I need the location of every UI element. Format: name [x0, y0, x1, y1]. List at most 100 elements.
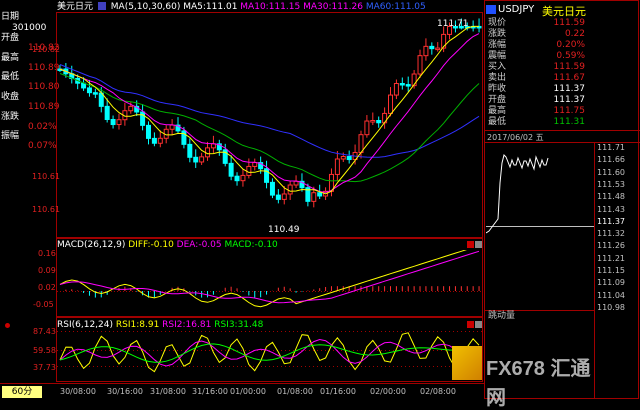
- rsi-settings-icon[interactable]: [475, 321, 482, 328]
- candle-body: [234, 175, 240, 182]
- quote-label: 最低: [488, 117, 507, 127]
- quote-row: 震幅 0.59%: [487, 51, 585, 62]
- candle-body: [435, 47, 441, 51]
- candle-body: [429, 45, 435, 50]
- quote-row: 最低 111.31: [487, 117, 585, 128]
- quote-label: 震幅: [488, 51, 507, 61]
- macd-legend: MACD(26,12,9) DIFF:-0.10 DEA:-0.05 MACD:…: [57, 240, 278, 250]
- candlestick-series: [57, 18, 482, 208]
- annotation-low: 110.49: [268, 225, 300, 235]
- mini-price-line: [486, 154, 549, 234]
- x-tick-0: 30/08:00: [60, 387, 96, 396]
- candle-body: [364, 120, 370, 136]
- quote-row: 昨收 111.37: [487, 84, 585, 95]
- mini-axis-tick: 110.98: [597, 302, 625, 312]
- mini-axis-tick: 111.09: [597, 278, 625, 288]
- mini-axis-tick: 111.43: [597, 204, 625, 214]
- annotation-high: 111.71: [437, 19, 469, 29]
- candle-body: [376, 120, 382, 124]
- x-tick-3: 31/16:00: [192, 387, 228, 396]
- rsi-legend: RSI(6,12,24) RSI1:8.91 RSI2:16.81 RSI3:3…: [57, 320, 263, 330]
- candle-body: [246, 165, 252, 176]
- quote-value: 111.59: [553, 62, 586, 72]
- mini-axis-tick: 111.04: [597, 290, 625, 300]
- rsi1-value: RSI1:8.91: [115, 320, 160, 330]
- macd-dea: DEA:-0.05: [176, 240, 222, 250]
- candle-body: [388, 94, 394, 114]
- candle-body: [210, 143, 216, 149]
- macd-axis-1: 0.09: [38, 266, 56, 275]
- watermark-text: FX678 汇通网: [486, 358, 591, 409]
- mini-axis-tick: 111.37: [597, 216, 625, 226]
- x-tick-1: 30/16:00: [107, 387, 143, 396]
- candle-body: [151, 137, 157, 144]
- volume-label: 跳动量: [488, 311, 516, 321]
- mini-axis-tick: 111.21: [597, 253, 625, 263]
- quote-value: 0.22: [564, 29, 585, 39]
- candle-body: [252, 162, 258, 167]
- axis-label-110-61a: 110.61: [32, 172, 60, 181]
- quote-row: 开盘 111.37: [487, 95, 585, 106]
- ma30-line: [59, 73, 480, 183]
- quote-row: 买入 111.59: [487, 62, 585, 73]
- main-candle-chart[interactable]: [57, 13, 482, 237]
- mini-axis-tick: 111.66: [597, 155, 625, 165]
- symbol-flag-icon: [486, 5, 496, 14]
- quote-label: 现价: [488, 18, 507, 28]
- mini-axis-tick: 111.60: [597, 167, 625, 177]
- macd-diff-line: [59, 250, 467, 308]
- candle-body: [228, 162, 234, 177]
- ma5-line: [59, 25, 479, 195]
- macd-close-icon[interactable]: [467, 241, 474, 248]
- candle-body: [86, 87, 92, 94]
- mini-axis-tick: 111.53: [597, 179, 625, 189]
- rsi-close-icon[interactable]: [467, 321, 474, 328]
- rsi-axis-1: 59.58: [33, 346, 56, 355]
- mini-axis-tick: 111.48: [597, 192, 625, 202]
- quote-value: 111.59: [553, 18, 586, 28]
- candle-body: [405, 84, 411, 87]
- candle-body: [417, 55, 423, 75]
- quote-value: 111.37: [553, 84, 586, 94]
- rsi-axis-2: 37.73: [33, 363, 56, 372]
- candle-body: [287, 184, 293, 195]
- candle-body: [346, 156, 352, 161]
- candle-body: [140, 111, 146, 126]
- macd-settings-icon[interactable]: [475, 241, 482, 248]
- period-selector[interactable]: 60分: [2, 386, 42, 398]
- candle-body: [193, 156, 199, 163]
- macd-histogram: [65, 286, 480, 298]
- macd-label: MACD(26,12,9): [57, 240, 126, 250]
- quote-label: 最高: [488, 106, 507, 116]
- quote-row: 涨幅 0.20%: [487, 40, 585, 51]
- macd-diff: DIFF:-0.10: [128, 240, 174, 250]
- candle-body: [370, 120, 376, 123]
- watermark-logo-icon: [452, 346, 482, 380]
- candle-body: [281, 193, 287, 200]
- axis-label-110-61b: 110.61: [32, 205, 60, 214]
- macd-dea-line: [59, 250, 480, 304]
- x-tick-6: 01/16:00: [320, 387, 356, 396]
- candle-body: [340, 156, 346, 160]
- candle-body: [240, 174, 246, 182]
- mini-axis-tick: 111.26: [597, 241, 625, 251]
- symbol-code: USDJPY: [498, 4, 535, 15]
- quote-label: 买入: [488, 62, 507, 72]
- candle-body: [116, 119, 122, 126]
- quote-row: 卖出 111.67: [487, 73, 585, 84]
- quote-label: 涨跌: [488, 29, 507, 39]
- rsi2-value: RSI2:16.81: [162, 320, 212, 330]
- quote-label: 昨收: [488, 84, 507, 94]
- candle-body: [275, 194, 281, 200]
- candle-body: [187, 143, 193, 158]
- candle-body: [181, 130, 187, 145]
- candle-body: [334, 158, 340, 175]
- macd-value: MACD:-0.10: [224, 240, 278, 250]
- candle-body: [358, 134, 364, 154]
- mini-weekday: 五: [535, 133, 544, 142]
- rsi-chart: [59, 332, 480, 373]
- x-tick-2: 31/08:00: [150, 387, 186, 396]
- candle-body: [104, 105, 110, 120]
- x-tick-8: 02/08:00: [420, 387, 456, 396]
- candle-body: [423, 45, 429, 57]
